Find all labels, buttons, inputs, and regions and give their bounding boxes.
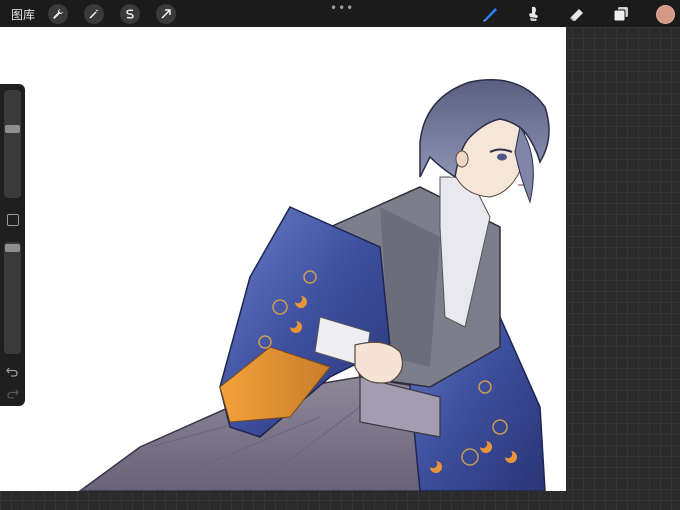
transform-button[interactable]: [156, 4, 176, 24]
brush-size-slider[interactable]: [4, 90, 21, 198]
brush-icon: [483, 8, 497, 22]
actions-button[interactable]: [48, 4, 68, 24]
layers-icon: [613, 7, 628, 22]
opacity-slider[interactable]: [4, 242, 21, 354]
adjustments-button[interactable]: [84, 4, 104, 24]
wrench-icon: [53, 9, 63, 19]
eraser-icon: [570, 9, 583, 21]
gallery-button[interactable]: 图库: [11, 6, 35, 23]
brush-tool[interactable]: [480, 4, 500, 24]
opacity-thumb[interactable]: [5, 244, 20, 252]
redo-icon[interactable]: [5, 386, 20, 401]
undo-icon[interactable]: [5, 364, 20, 379]
smudge-tool[interactable]: [524, 4, 544, 24]
more-options-icon[interactable]: •••: [330, 1, 354, 15]
eraser-tool[interactable]: [567, 4, 587, 24]
smudge-icon: [529, 6, 538, 21]
selection-button[interactable]: [120, 4, 140, 24]
selection-icon: [126, 9, 134, 19]
side-sliders-bar: [0, 84, 25, 406]
modify-button[interactable]: [7, 214, 19, 226]
layers-tool[interactable]: [611, 4, 631, 24]
color-picker-swatch[interactable]: [656, 5, 675, 24]
magic-wand-icon: [89, 9, 99, 19]
transform-arrow-icon: [161, 9, 171, 19]
drawing-canvas[interactable]: [0, 27, 566, 491]
top-toolbar: 图库 •••: [0, 0, 680, 27]
illustration: [78, 79, 550, 491]
brush-size-thumb[interactable]: [5, 125, 20, 133]
